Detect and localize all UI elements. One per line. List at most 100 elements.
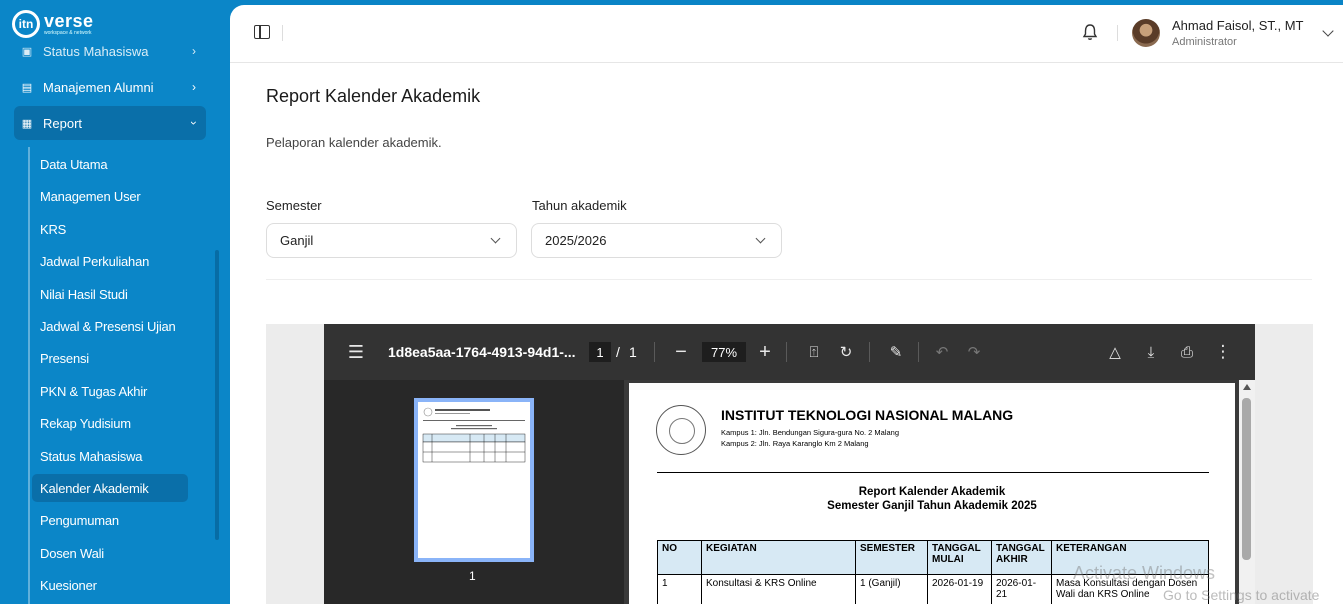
table-cell: 2026-01-21 <box>991 574 1052 604</box>
thumbnail-page-number: 1 <box>469 569 476 583</box>
header-rule <box>657 472 1209 473</box>
divider <box>786 342 787 362</box>
user-name[interactable]: Ahmad Faisol, ST., MT <box>1172 18 1303 33</box>
chevron-right-icon: › <box>192 44 196 58</box>
sidebar-subitem-pkn-tugas-akhir[interactable]: PKN & Tugas Akhir <box>32 377 188 405</box>
pdf-file-name: 1d8ea5aa-1764-4913-94d1-... <box>388 344 576 360</box>
chevron-right-icon: › <box>192 80 196 94</box>
user-role: Administrator <box>1172 36 1237 48</box>
pdf-container: ☰ 1d8ea5aa-1764-4913-94d1-... 1 / 1 − 77… <box>266 324 1313 604</box>
report-subtitle: Semester Ganjil Tahun Akademik 2025 <box>827 500 1037 512</box>
page-number-input[interactable]: 1 <box>589 342 611 362</box>
table-cell: 2026-01-19 <box>927 574 992 604</box>
page-title: Report Kalender Akademik <box>266 86 481 106</box>
sidebar-item-label: Status Mahasiswa <box>43 43 149 59</box>
semester-select[interactable]: Ganjil <box>266 223 517 258</box>
user-status-icon: ▣ <box>21 45 33 58</box>
campus-1-address: Kampus 1: Jln. Bendungan Sigura-gura No.… <box>721 428 900 437</box>
column-header: NO <box>657 540 702 575</box>
rotate-icon[interactable]: ↻ <box>836 342 856 362</box>
zoom-in-icon[interactable]: + <box>755 341 775 363</box>
menu-icon[interactable]: ☰ <box>346 342 366 362</box>
page-thumbnail[interactable] <box>414 398 534 562</box>
sidebar-subitem-status-mahasiswa[interactable]: Status Mahasiswa <box>32 442 188 470</box>
pdf-viewer: ☰ 1d8ea5aa-1764-4913-94d1-... 1 / 1 − 77… <box>324 324 1255 604</box>
sidebar-item-status-mahasiswa[interactable]: ▣ Status Mahasiswa › <box>14 34 206 68</box>
report-icon: ▦ <box>21 117 33 130</box>
column-header: KEGIATAN <box>701 540 856 575</box>
page-separator: / <box>616 344 620 360</box>
semester-label: Semester <box>266 198 322 213</box>
bell-icon[interactable] <box>1082 23 1098 41</box>
sidebar-subitem-pengumuman[interactable]: Pengumuman <box>32 506 188 534</box>
sidebar-subitem-nilai-hasil-studi[interactable]: Nilai Hasil Studi <box>32 280 188 308</box>
sidebar-subitem-managemen-user[interactable]: Managemen User <box>32 182 188 210</box>
pdf-scrollbar-thumb[interactable] <box>1242 398 1251 560</box>
sidebar-item-label: Manajemen Alumni <box>43 79 154 95</box>
download-icon[interactable]: ⤓ <box>1141 342 1161 362</box>
column-header: TANGGAL MULAI <box>927 540 992 575</box>
divider <box>654 342 655 362</box>
sidebar-subitem-rekap-yudisium[interactable]: Rekap Yudisium <box>32 409 188 437</box>
sidebar-subitem-presensi[interactable]: Presensi <box>32 344 188 372</box>
sidebar-subitem-data-utama[interactable]: Data Utama <box>32 150 188 178</box>
report-title: Report Kalender Akademik <box>858 486 1006 498</box>
zoom-out-icon[interactable]: − <box>671 341 691 363</box>
thumbnail-panel: 1 <box>324 380 624 604</box>
top-bar: Ahmad Faisol, ST., MT Administrator <box>230 5 1343 63</box>
activate-windows-subtitle: Go to Settings to activate Windows. <box>1163 587 1320 604</box>
drive-add-icon[interactable]: △ <box>1105 342 1125 362</box>
campus-2-address: Kampus 2: Jln. Raya Karanglo Km 2 Malang <box>721 439 869 448</box>
divider <box>1117 25 1118 41</box>
chevron-down-icon <box>490 233 501 244</box>
pdf-toolbar: ☰ 1d8ea5aa-1764-4913-94d1-... 1 / 1 − 77… <box>324 324 1255 380</box>
tahun-akademik-select[interactable]: 2025/2026 <box>531 223 782 258</box>
chevron-down-icon[interactable] <box>1322 25 1334 37</box>
pdf-scrollbar[interactable] <box>1239 380 1255 604</box>
section-divider <box>266 279 1312 280</box>
sidebar: itn verse workspace & network ▣ Status M… <box>0 0 230 604</box>
sidebar-subitem-jadwal-perkuliahan[interactable]: Jadwal Perkuliahan <box>32 247 188 275</box>
tahun-akademik-value: 2025/2026 <box>545 233 607 248</box>
logo-name: verse <box>44 11 94 31</box>
column-header: TANGGAL AKHIR <box>991 540 1052 575</box>
activate-windows-title: Activate Windows <box>1073 563 1216 583</box>
chevron-down-icon <box>755 233 766 244</box>
institution-name: INSTITUT TEKNOLOGI NASIONAL MALANG <box>721 407 1014 423</box>
sidebar-subitem-jadwal-presensi-ujian[interactable]: Jadwal & Presensi Ujian <box>32 312 188 340</box>
sidebar-subitem-dosen-wali[interactable]: Dosen Wali <box>32 539 188 567</box>
divider <box>282 25 283 41</box>
sidebar-scrollbar[interactable] <box>215 250 219 540</box>
chevron-down-icon: › <box>187 121 201 125</box>
sidebar-subitem-kuesioner[interactable]: Kuesioner <box>32 571 188 599</box>
sidebar-toggle-icon[interactable] <box>254 25 270 39</box>
more-options-icon[interactable]: ⋮ <box>1213 342 1233 362</box>
sidebar-item-label: Report <box>43 115 83 131</box>
print-icon[interactable]: ⎙ <box>1177 342 1197 362</box>
divider <box>918 342 919 362</box>
institution-seal-icon <box>656 405 706 455</box>
fit-page-icon[interactable]: ⍐ <box>804 342 824 362</box>
zoom-input[interactable]: 77% <box>702 342 746 362</box>
alumni-icon: ▤ <box>21 81 33 94</box>
column-header: SEMESTER <box>855 540 928 575</box>
sidebar-item-manajemen-alumni[interactable]: ▤ Manajemen Alumni › <box>14 70 206 104</box>
scroll-up-icon[interactable] <box>1243 384 1251 390</box>
avatar[interactable] <box>1132 19 1160 47</box>
tahun-akademik-label: Tahun akademik <box>532 198 627 213</box>
table-cell: 1 (Ganjil) <box>855 574 928 604</box>
semester-value: Ganjil <box>280 233 314 248</box>
sidebar-item-report[interactable]: ▦ Report › <box>14 106 206 140</box>
total-pages: 1 <box>629 344 637 360</box>
page-description: Pelaporan kalender akademik. <box>266 135 442 150</box>
subnav-line <box>28 147 30 604</box>
redo-icon[interactable]: ↷ <box>964 342 984 362</box>
undo-icon[interactable]: ↶ <box>932 342 952 362</box>
annotate-icon[interactable]: ✎ <box>886 342 906 362</box>
sidebar-subitem-kalender-akademik[interactable]: Kalender Akademik <box>32 474 188 502</box>
sidebar-subitem-krs[interactable]: KRS <box>32 215 188 243</box>
table-cell: Konsultasi & KRS Online <box>701 574 856 604</box>
table-cell: 1 <box>657 574 702 604</box>
main-content: Ahmad Faisol, ST., MT Administrator Repo… <box>230 5 1343 604</box>
divider <box>869 342 870 362</box>
